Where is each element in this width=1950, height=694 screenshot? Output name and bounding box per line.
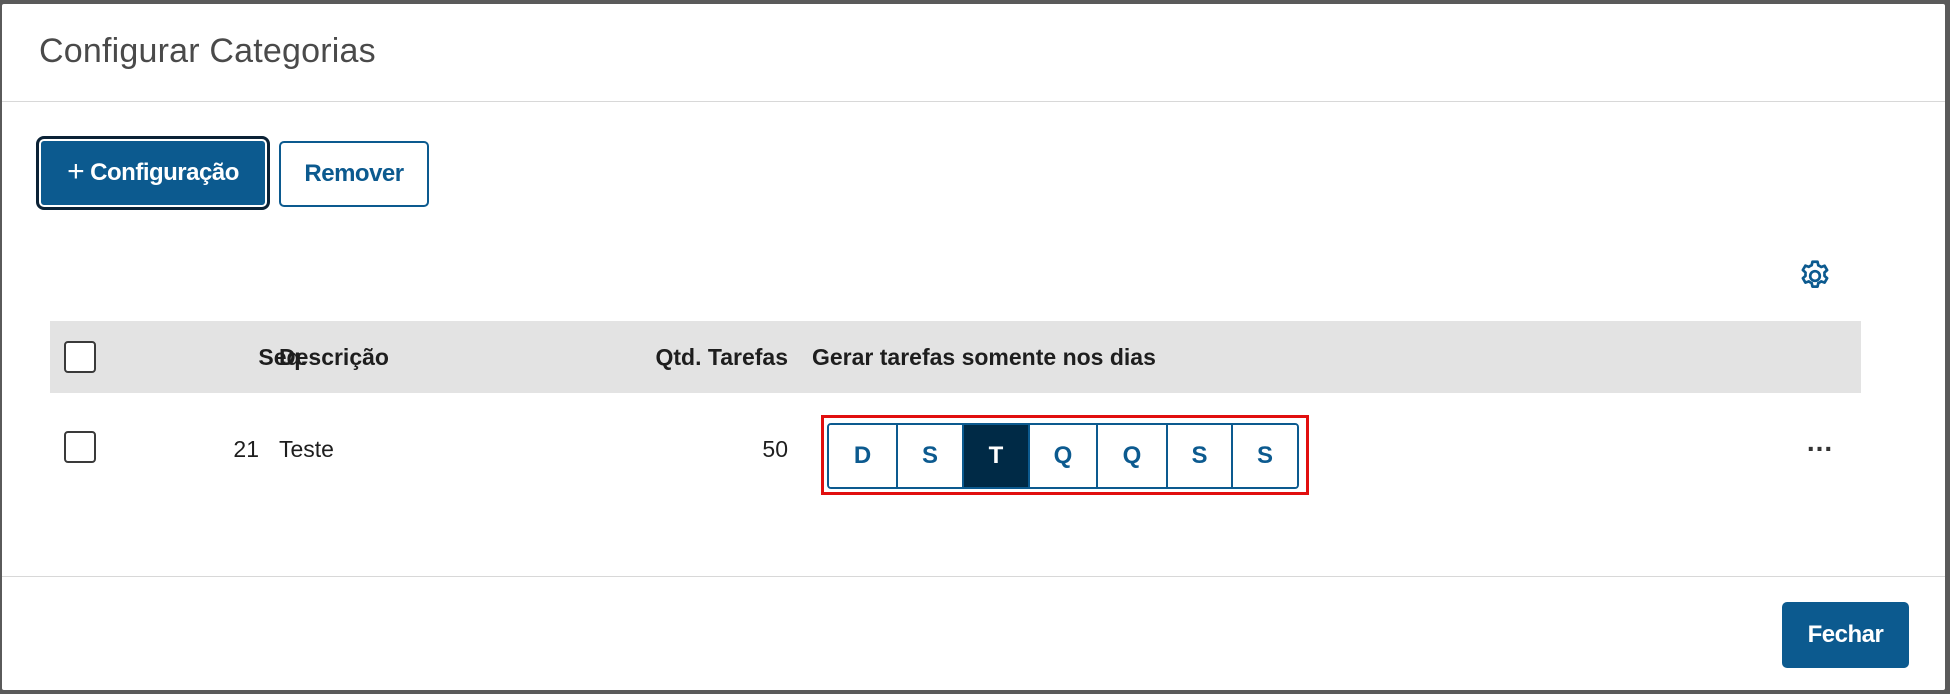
day-toggle-monday[interactable]: S	[896, 425, 962, 487]
table-header: Seq. Descrição Qtd. Tarefas Gerar tarefa…	[50, 321, 1861, 393]
day-toggle-thursday[interactable]: Q	[1096, 425, 1166, 487]
select-all-checkbox[interactable]	[64, 341, 96, 373]
day-toggle-friday[interactable]: S	[1166, 425, 1231, 487]
gear-icon[interactable]	[1797, 258, 1833, 294]
row-seq: 21	[233, 436, 259, 462]
column-header-gerar-dias[interactable]: Gerar tarefas somente nos dias	[812, 321, 1156, 393]
row-descricao: Teste	[279, 436, 334, 462]
close-button[interactable]: Fechar	[1782, 602, 1909, 668]
day-toggle-saturday[interactable]: S	[1231, 425, 1297, 487]
day-toggle-group: D S T Q Q S S	[827, 423, 1299, 489]
footer-divider	[2, 576, 1945, 577]
column-header-qtd-tarefas[interactable]: Qtd. Tarefas	[610, 321, 789, 393]
remove-button[interactable]: Remover	[279, 141, 429, 207]
plus-icon: +	[67, 154, 85, 188]
add-configuration-button[interactable]: + Configuração	[36, 136, 270, 210]
row-checkbox[interactable]	[64, 431, 96, 463]
more-actions-icon[interactable]: ...	[1802, 424, 1838, 460]
modal-header: Configurar Categorias	[2, 4, 1945, 102]
day-toggle-tuesday[interactable]: T	[962, 425, 1028, 487]
day-toggle-sunday[interactable]: D	[829, 425, 896, 487]
day-toggle-wednesday[interactable]: Q	[1028, 425, 1096, 487]
configure-categories-modal: Configurar Categorias + Configuração Rem…	[2, 4, 1945, 690]
row-qtd-tarefas: 50	[762, 436, 788, 462]
modal-title: Configurar Categorias	[39, 32, 376, 70]
add-configuration-label: Configuração	[90, 159, 239, 186]
column-header-descricao[interactable]: Descrição	[279, 321, 389, 393]
